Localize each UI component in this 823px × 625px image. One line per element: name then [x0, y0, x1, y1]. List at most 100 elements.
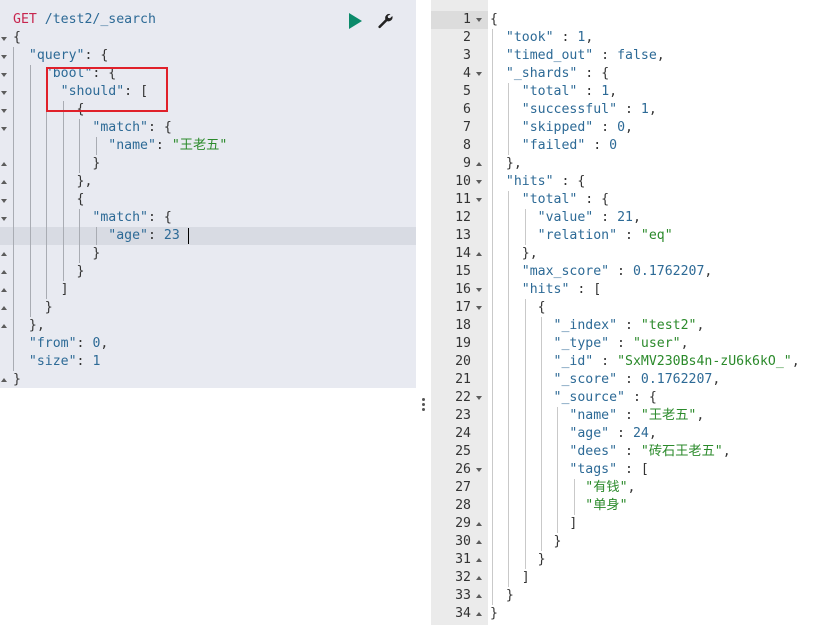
- response-code-line[interactable]: "failed" : 0: [490, 137, 617, 155]
- fold-marker[interactable]: [476, 396, 482, 400]
- request-code-line[interactable]: "query": {: [13, 47, 108, 65]
- fold-marker[interactable]: [1, 109, 7, 113]
- fold-marker[interactable]: [476, 180, 482, 184]
- fold-marker[interactable]: [1, 270, 7, 274]
- fold-marker[interactable]: [1, 91, 7, 95]
- response-code-line[interactable]: "timed_out" : false,: [490, 47, 665, 65]
- response-code-line[interactable]: "_source" : {: [490, 389, 657, 407]
- fold-marker[interactable]: [1, 55, 7, 59]
- response-code-line[interactable]: "hits" : [: [490, 281, 601, 299]
- request-line[interactable]: GET /test2/_search: [13, 11, 156, 29]
- request-code-line[interactable]: "age": 23: [13, 227, 180, 245]
- request-code-line[interactable]: },: [13, 317, 45, 335]
- response-code-line[interactable]: }: [490, 551, 546, 569]
- fold-marker[interactable]: [476, 594, 482, 598]
- response-code-line[interactable]: "value" : 21,: [490, 209, 641, 227]
- request-code-line[interactable]: },: [13, 173, 93, 191]
- fold-marker[interactable]: [476, 576, 482, 580]
- fold-marker[interactable]: [476, 288, 482, 292]
- fold-marker[interactable]: [476, 468, 482, 472]
- response-code-line[interactable]: "took" : 1,: [490, 29, 593, 47]
- response-code-line[interactable]: "successful" : 1,: [490, 101, 657, 119]
- play-icon[interactable]: [349, 13, 362, 29]
- line-number: 28: [455, 498, 471, 513]
- request-code-line[interactable]: {: [13, 29, 21, 47]
- fold-marker[interactable]: [1, 127, 7, 131]
- fold-marker[interactable]: [476, 558, 482, 562]
- response-code-line[interactable]: "_shards" : {: [490, 65, 609, 83]
- fold-marker[interactable]: [476, 306, 482, 310]
- fold-marker[interactable]: [1, 306, 7, 310]
- response-code-line[interactable]: {: [490, 11, 498, 29]
- response-code-line[interactable]: ]: [490, 569, 530, 587]
- line-number: 5: [463, 84, 471, 99]
- request-editor-empty-area[interactable]: [0, 388, 416, 625]
- fold-marker[interactable]: [1, 378, 7, 382]
- fold-marker[interactable]: [1, 252, 7, 256]
- fold-marker[interactable]: [476, 252, 482, 256]
- request-code-line[interactable]: }: [13, 263, 85, 281]
- line-number: 15: [455, 264, 471, 279]
- response-code-line[interactable]: "单身": [490, 497, 627, 515]
- response-code-line[interactable]: }: [490, 605, 498, 623]
- response-code-line[interactable]: "total" : {: [490, 191, 609, 209]
- response-code-line[interactable]: "有钱",: [490, 479, 635, 497]
- request-editor[interactable]: GET /test2/_search {"query": {"bool": …: [0, 0, 416, 388]
- fold-marker[interactable]: [1, 162, 7, 166]
- line-number: 6: [463, 102, 471, 117]
- response-code-line[interactable]: "_score" : 0.1762207,: [490, 371, 721, 389]
- response-code-line[interactable]: "_type" : "user",: [490, 335, 689, 353]
- request-code-line[interactable]: {: [13, 191, 85, 209]
- fold-marker[interactable]: [476, 612, 482, 616]
- fold-marker[interactable]: [1, 180, 7, 184]
- response-code-line[interactable]: }: [490, 533, 562, 551]
- request-code-line[interactable]: }: [13, 299, 53, 317]
- response-code-line[interactable]: }: [490, 587, 514, 605]
- request-code-line[interactable]: "match": {: [13, 209, 171, 227]
- pane-resizer[interactable]: [416, 0, 431, 625]
- request-code-line[interactable]: "size": 1: [13, 353, 101, 371]
- fold-marker[interactable]: [476, 540, 482, 544]
- request-code-line[interactable]: "name": "王老五": [13, 137, 227, 155]
- request-code-line[interactable]: "from": 0,: [13, 335, 108, 353]
- response-code-line[interactable]: "max_score" : 0.1762207,: [490, 263, 713, 281]
- response-code-line[interactable]: "total" : 1,: [490, 83, 617, 101]
- request-code-line[interactable]: }: [13, 245, 100, 263]
- line-number: 10: [455, 174, 471, 189]
- response-code-line[interactable]: "hits" : {: [490, 173, 585, 191]
- response-code-line[interactable]: "tags" : [: [490, 461, 648, 479]
- response-body[interactable]: { "took" : 1, "timed_out" : false, "_sha…: [490, 0, 823, 625]
- response-code-line[interactable]: "dees" : "砖石王老五",: [490, 443, 730, 461]
- response-code-line[interactable]: "name" : "王老五",: [490, 407, 704, 425]
- fold-marker[interactable]: [1, 73, 7, 77]
- wrench-icon[interactable]: [376, 12, 394, 30]
- response-code-line[interactable]: ]: [490, 515, 577, 533]
- response-code-line[interactable]: "skipped" : 0,: [490, 119, 633, 137]
- response-code-line[interactable]: },: [490, 155, 522, 173]
- line-number: 18: [455, 318, 471, 333]
- fold-marker[interactable]: [1, 217, 7, 221]
- response-code-line[interactable]: "relation" : "eq": [490, 227, 673, 245]
- response-code-line[interactable]: },: [490, 245, 538, 263]
- response-code-line[interactable]: {: [490, 299, 546, 317]
- request-code-line[interactable]: ]: [13, 281, 69, 299]
- response-code-line[interactable]: "_index" : "test2",: [490, 317, 705, 335]
- fold-marker[interactable]: [476, 72, 482, 76]
- fold-marker[interactable]: [1, 37, 7, 41]
- resize-grip-icon[interactable]: [422, 398, 425, 412]
- fold-marker[interactable]: [476, 162, 482, 166]
- response-code-line[interactable]: "_id" : "SxMV230Bs4n-zU6k6kO_",: [490, 353, 800, 371]
- console-window: GET /test2/_search {"query": {"bool": …: [0, 0, 823, 625]
- line-number: 30: [455, 534, 471, 549]
- response-code-line[interactable]: "age" : 24,: [490, 425, 656, 443]
- fold-marker[interactable]: [476, 198, 482, 202]
- request-code-line[interactable]: "match": {: [13, 119, 171, 137]
- fold-marker[interactable]: [1, 324, 7, 328]
- response-viewer[interactable]: 1 2 3 4 5 6 7 8 9 10 11 12 13 14 15 16 17 18 19 20 21 22 23 24 2…: [431, 0, 823, 625]
- fold-marker[interactable]: [1, 288, 7, 292]
- request-code-line[interactable]: }: [13, 371, 21, 388]
- request-code-line[interactable]: }: [13, 155, 100, 173]
- fold-marker[interactable]: [476, 18, 482, 22]
- fold-marker[interactable]: [476, 522, 482, 526]
- fold-marker[interactable]: [1, 199, 7, 203]
